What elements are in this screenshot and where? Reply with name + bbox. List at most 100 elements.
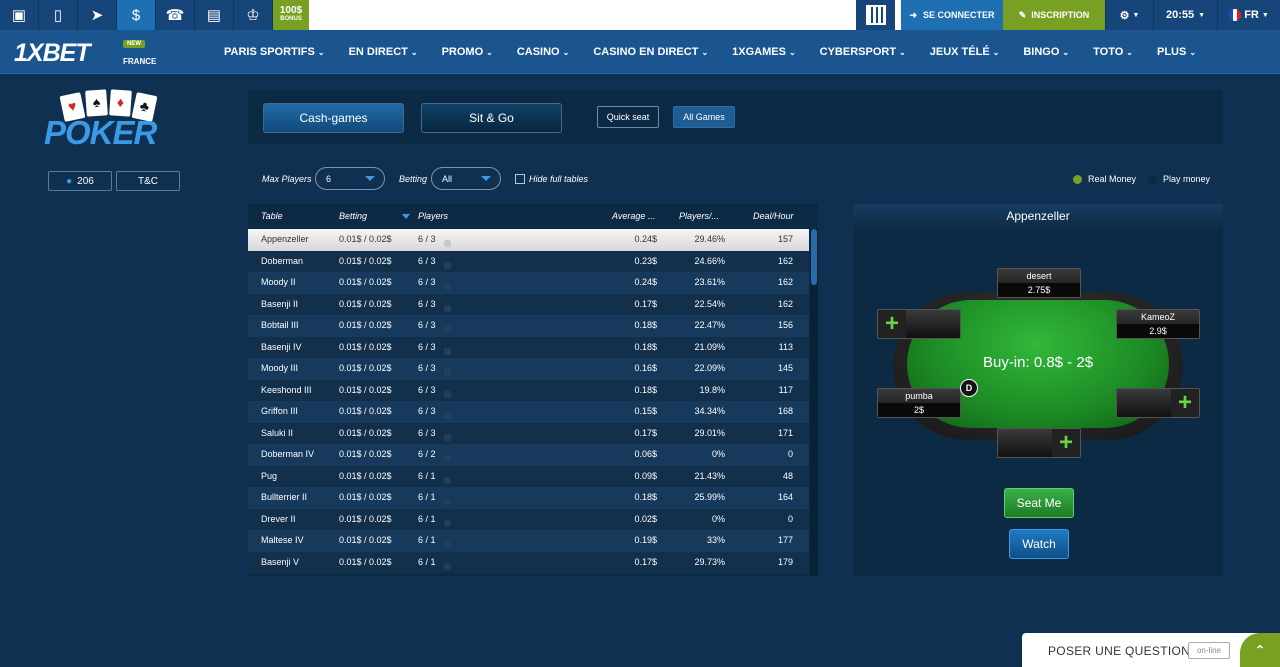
table-players: 6 / 1 (418, 492, 436, 502)
nav-item-promo[interactable]: PROMO ⌄ (430, 46, 505, 58)
table-name: Appenzeller (261, 234, 309, 244)
clock-button[interactable]: 20:55 ▼ (1153, 0, 1217, 30)
table-deal-hour: 145 (777, 363, 793, 373)
table-average: 0.15$ (634, 406, 657, 416)
col-table[interactable]: Table (261, 211, 283, 221)
plus-icon[interactable]: + (1171, 389, 1199, 417)
settings-button[interactable]: ⚙ ▼ (1105, 0, 1153, 30)
table-row[interactable]: Saluki II 0.01$ / 0.02$ 6 / 3 0.17$ 29.01% 17… (248, 422, 809, 444)
telegram-icon[interactable]: ➤ (78, 0, 117, 30)
chevron-down-icon: ⌄ (1126, 48, 1133, 57)
tab-cash-games[interactable]: Cash-games (263, 103, 404, 133)
language-selector[interactable]: FR ▼ (1217, 0, 1280, 30)
real-money-option[interactable]: Real Money (1073, 174, 1136, 184)
nav-item-plus[interactable]: PLUS ⌄ (1145, 46, 1208, 58)
stats-icon[interactable]: ▤ (195, 0, 234, 30)
table-row[interactable]: Doberman 0.01$ / 0.02$ 6 / 3 0.23$ 24.66% 162 (248, 250, 809, 272)
nav-item-casino-en-direct[interactable]: CASINO EN DIRECT ⌄ (581, 46, 720, 58)
watch-label: Watch (1022, 537, 1056, 551)
topbar-spacer (309, 0, 856, 30)
table-row[interactable]: Keeshond III 0.01$ / 0.02$ 6 / 3 0.18$ 19.8%… (248, 379, 809, 401)
table-deal-hour: 162 (777, 277, 793, 287)
qr-code-icon[interactable] (856, 0, 895, 30)
table-row[interactable]: Moody III 0.01$ / 0.02$ 6 / 3 0.16$ 22.09% 14… (248, 358, 809, 380)
play-money-option[interactable]: Play money (1148, 174, 1210, 184)
nav-item-1xgames[interactable]: 1XGAMES ⌄ (720, 46, 808, 58)
nav-item-toto[interactable]: TOTO ⌄ (1081, 46, 1145, 58)
table-row[interactable]: Basenji V 0.01$ / 0.02$ 6 / 1 0.17$ 29.73% 17… (248, 551, 809, 573)
max-players-select[interactable]: 6 (315, 167, 385, 190)
nav-item-bingo[interactable]: BINGO ⌄ (1011, 46, 1081, 58)
table-betting: 0.01$ / 0.02$ (339, 320, 392, 330)
table-average: 0.02$ (634, 513, 657, 524)
brand-logo[interactable]: 1XBET NEW FRANCE (14, 37, 156, 69)
table-players-pct: 0% (711, 513, 725, 524)
nav-item-paris-sportifs[interactable]: PARIS SPORTIFS ⌄ (212, 46, 337, 58)
trophy-icon[interactable]: ♔ (234, 0, 273, 30)
nav-item-jeux-tele[interactable]: JEUX TÉLÉ ⌄ (918, 46, 1012, 58)
table-row[interactable]: Doberman IV 0.01$ / 0.02$ 6 / 2 0.06$ 0% 0 (248, 444, 809, 466)
table-betting: 0.01$ / 0.02$ (339, 556, 392, 567)
login-button[interactable]: ➜ SE CONNECTER (901, 0, 1003, 30)
quick-seat-button[interactable]: Quick seat (597, 106, 659, 128)
table-players: 6 / 3 (418, 234, 436, 244)
table-name: Moody II (261, 277, 296, 287)
table-row[interactable]: Basenji IV 0.01$ / 0.02$ 6 / 3 0.18$ 21.09% 1… (248, 336, 809, 358)
table-players-pct: 22.09% (694, 363, 725, 373)
betting-select[interactable]: All (431, 167, 501, 190)
betting-label: Betting (399, 174, 428, 184)
register-button[interactable]: ✎ INSCRIPTION (1003, 0, 1105, 30)
table-row[interactable]: Maltese IV 0.01$ / 0.02$ 6 / 1 0.19$ 33% 177 (248, 530, 809, 552)
plus-icon[interactable]: + (1052, 429, 1080, 457)
col-betting[interactable]: Betting (339, 211, 367, 221)
table-row[interactable]: Appenzeller 0.01$ / 0.02$ 6 / 3 0.24$ 29.46%… (248, 229, 809, 251)
table-deal-hour: 156 (777, 320, 793, 330)
tc-button[interactable]: T&C (116, 171, 180, 191)
empty-seat[interactable]: + (1116, 388, 1200, 418)
list-scrollbar[interactable] (810, 229, 818, 576)
plus-icon[interactable]: + (878, 310, 906, 338)
table-average: 0.16$ (634, 363, 657, 373)
seat-me-button[interactable]: Seat Me (1004, 488, 1074, 518)
gear-icon: ⚙ (1119, 9, 1130, 22)
table-row[interactable]: Drever II 0.01$ / 0.02$ 6 / 1 0.02$ 0% 0 (248, 508, 809, 530)
ask-question-widget[interactable]: POSER UNE QUESTION on-line ⌃ (1022, 633, 1280, 667)
scroll-thumb[interactable] (811, 229, 817, 285)
empty-seat[interactable]: + (997, 428, 1081, 458)
table-row[interactable]: Pug 0.01$ / 0.02$ 6 / 1 0.09$ 21.43% 48 (248, 465, 809, 487)
col-players[interactable]: Players (418, 211, 448, 221)
hide-full-label: Hide full tables (529, 174, 589, 184)
mobile-icon[interactable]: ▯ (39, 0, 78, 30)
nav-item-cybersport[interactable]: CYBERSPORT ⌄ (808, 46, 918, 58)
col-deal-hour[interactable]: Deal/Hour (753, 211, 794, 221)
table-row[interactable]: Bullterrier II 0.01$ / 0.02$ 6 / 1 0.18$ 25.… (248, 487, 809, 509)
table-betting: 0.01$ / 0.02$ (339, 449, 392, 459)
table-betting: 0.01$ / 0.02$ (339, 492, 392, 502)
table-row[interactable]: Bobtail III 0.01$ / 0.02$ 6 / 3 0.18$ 22.47%… (248, 315, 809, 337)
nav-item-en-direct[interactable]: EN DIRECT ⌄ (337, 46, 430, 58)
phone-icon[interactable]: ☎ (156, 0, 195, 30)
desktop-icon[interactable]: ▣ (0, 0, 39, 30)
preview-title: Appenzeller (853, 204, 1223, 230)
table-row[interactable]: Moody II 0.01$ / 0.02$ 6 / 3 0.24$ 23.61% 162 (248, 272, 809, 294)
seat-free-icon (444, 283, 451, 290)
col-average[interactable]: Average ... (612, 211, 655, 221)
dollar-icon[interactable]: $ (117, 0, 156, 30)
chevron-up-icon[interactable]: ⌃ (1240, 633, 1280, 667)
hide-full-checkbox[interactable] (515, 174, 525, 184)
table-deal-hour: 162 (777, 255, 793, 266)
tab-sit-and-go[interactable]: Sit & Go (421, 103, 562, 133)
table-deal-hour: 157 (777, 234, 793, 244)
table-row[interactable]: Griffon III 0.01$ / 0.02$ 6 / 3 0.15$ 34.34%… (248, 401, 809, 423)
seat-free-icon (444, 240, 451, 247)
all-games-button[interactable]: All Games (673, 106, 735, 128)
empty-seat[interactable]: + (877, 309, 961, 339)
bonus-badge[interactable]: 100$ BONUS (273, 0, 309, 30)
table-players-pct: 33% (706, 535, 725, 545)
nav-item-casino[interactable]: CASINO ⌄ (505, 46, 581, 58)
watch-button[interactable]: Watch (1009, 529, 1069, 559)
nav-label: CASINO (516, 46, 560, 58)
col-players-pct[interactable]: Players/... (679, 211, 719, 221)
table-row[interactable]: Basenji II 0.01$ / 0.02$ 6 / 3 0.17$ 22.54% 1… (248, 293, 809, 315)
sort-desc-icon[interactable] (402, 214, 410, 219)
